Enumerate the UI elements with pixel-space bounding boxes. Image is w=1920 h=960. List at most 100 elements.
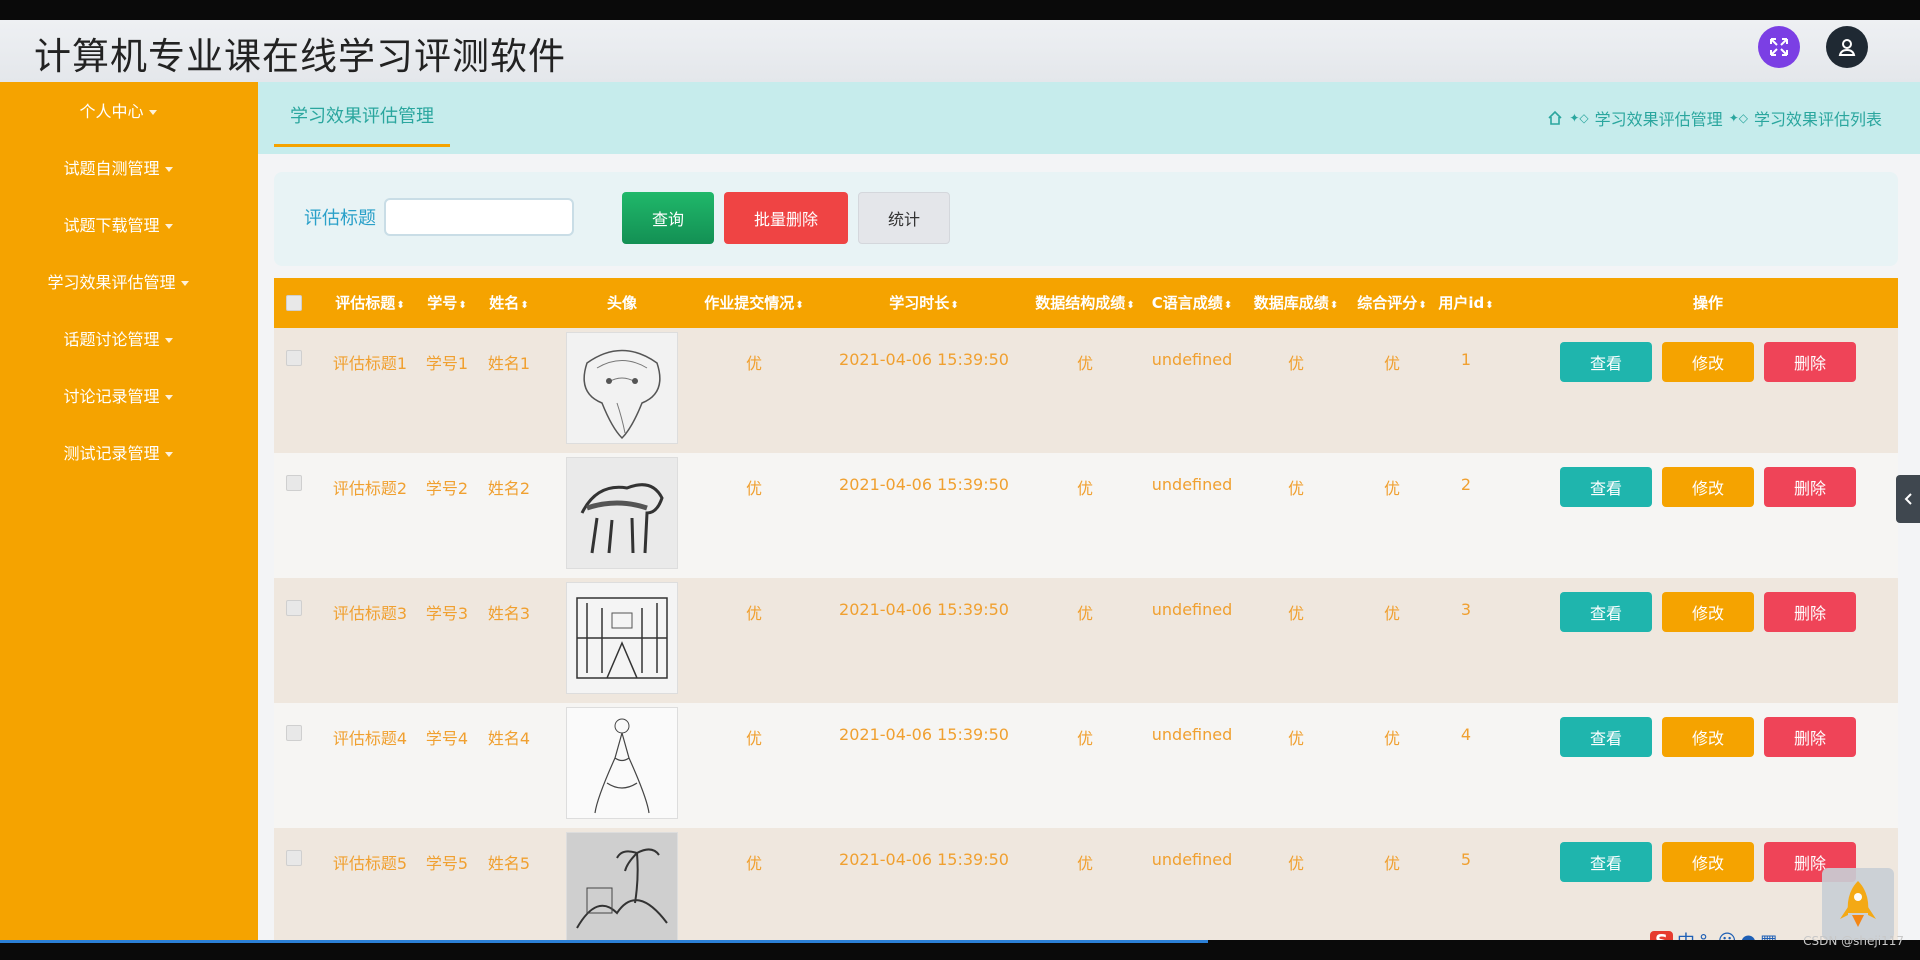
cell-homework: 优	[745, 729, 762, 748]
app-title: 计算机专业课在线学习评测软件	[34, 35, 566, 78]
rocket-icon	[1840, 881, 1876, 927]
edit-button[interactable]: 修改	[1662, 467, 1754, 507]
cell-user-id: 1	[1460, 350, 1472, 369]
view-button[interactable]: 查看	[1560, 592, 1652, 632]
cell-overall: 优	[1383, 354, 1400, 373]
sidebar-item-label: 试题下载管理	[63, 216, 160, 235]
video-progress-bar[interactable]	[0, 940, 1208, 943]
sort-icon: ⬍	[1126, 300, 1135, 311]
tab-evaluation-management[interactable]: 学习效果评估管理	[274, 102, 450, 147]
delete-button[interactable]: 删除	[1764, 592, 1856, 632]
delete-button[interactable]: 删除	[1764, 717, 1856, 757]
cell-user-id: 5	[1460, 850, 1472, 869]
chevron-left-icon	[1904, 493, 1912, 505]
delete-button[interactable]: 删除	[1764, 467, 1856, 507]
edit-button[interactable]: 修改	[1662, 592, 1754, 632]
batch-delete-button[interactable]: 批量删除	[724, 192, 848, 244]
col-db-score[interactable]: 数据库成绩⬍	[1246, 278, 1346, 328]
query-button[interactable]: 查询	[622, 192, 714, 244]
col-title[interactable]: 评估标题⬍	[328, 278, 412, 328]
delete-button[interactable]: 删除	[1764, 342, 1856, 382]
stats-button[interactable]: 统计	[858, 192, 950, 244]
cell-overall: 优	[1383, 729, 1400, 748]
sogou-logo-icon: S	[1650, 930, 1673, 940]
sidebar-item-personal-center[interactable]: 个人中心	[0, 98, 236, 122]
col-student-no[interactable]: 学号⬍	[422, 278, 472, 328]
main-content: 学习效果评估管理 ✦◇ 学习效果评估管理 ✦◇ 学习效果评估列表 评估标题 查询…	[258, 82, 1920, 940]
col-duration[interactable]: 学习时长⬍	[824, 278, 1024, 328]
breadcrumb-bar: 学习效果评估管理 ✦◇ 学习效果评估管理 ✦◇ 学习效果评估列表	[258, 82, 1920, 154]
table-row: 评估标题3 学号3 姓名3 优 2021-04-06 15:39:50 优 un…	[274, 578, 1898, 703]
avatar	[566, 457, 678, 569]
user-icon	[1838, 39, 1856, 56]
cell-db-score: 优	[1287, 479, 1304, 498]
emoji-icon[interactable]: ☺	[1718, 931, 1737, 941]
fullscreen-icon	[1770, 38, 1788, 56]
col-ds-score[interactable]: 数据结构成绩⬍	[1032, 278, 1138, 328]
sidebar-item-label: 讨论记录管理	[63, 387, 160, 406]
keyboard-icon[interactable]: ▦	[1760, 931, 1777, 941]
user-button[interactable]	[1826, 26, 1868, 68]
row-checkbox[interactable]	[286, 600, 302, 616]
cell-c-score: undefined	[1151, 850, 1233, 869]
select-all-checkbox[interactable]	[286, 295, 302, 311]
cell-ds-score: 优	[1076, 854, 1093, 873]
cell-name: 姓名3	[487, 604, 531, 623]
cell-homework: 优	[745, 854, 762, 873]
table-row: 评估标题2 学号2 姓名2 优 2021-04-06 15:39:50 优 un…	[274, 453, 1898, 578]
sidebar-item-evaluation[interactable]: 学习效果评估管理	[0, 269, 236, 293]
separator-icon: ✦◇	[1728, 111, 1748, 125]
microphone-icon[interactable]: ●	[1740, 931, 1756, 941]
col-homework[interactable]: 作业提交情况⬍	[692, 278, 816, 328]
app-window: 计算机专业课在线学习评测软件 个人中心 试题自测管理 试题下载管理 学习效果评估…	[0, 20, 1920, 940]
view-button[interactable]: 查看	[1560, 467, 1652, 507]
col-c-score[interactable]: C语言成绩⬍	[1142, 278, 1242, 328]
caret-down-icon	[164, 167, 173, 172]
avatar	[566, 707, 678, 819]
cell-duration: 2021-04-06 15:39:50	[839, 850, 1009, 869]
view-button[interactable]: 查看	[1560, 342, 1652, 382]
edit-button[interactable]: 修改	[1662, 842, 1754, 882]
sidebar-item-label: 个人中心	[79, 102, 144, 121]
sort-icon: ⬍	[458, 300, 467, 311]
cell-ds-score: 优	[1076, 729, 1093, 748]
col-user-id[interactable]: 用户id⬍	[1434, 278, 1498, 328]
cell-title: 评估标题2	[332, 479, 408, 498]
cell-ds-score: 优	[1076, 354, 1093, 373]
punctuation-icon[interactable]: °,	[1699, 931, 1714, 941]
cell-student-no: 学号1	[425, 354, 469, 373]
collapse-panel-button[interactable]	[1896, 475, 1920, 523]
row-checkbox[interactable]	[286, 350, 302, 366]
row-checkbox[interactable]	[286, 725, 302, 741]
sidebar-item-discussion-records[interactable]: 讨论记录管理	[0, 383, 236, 407]
cell-duration: 2021-04-06 15:39:50	[839, 475, 1009, 494]
cell-student-no: 学号3	[425, 604, 469, 623]
col-overall[interactable]: 综合评分⬍	[1348, 278, 1436, 328]
back-to-top-button[interactable]	[1822, 868, 1894, 940]
search-input[interactable]	[384, 198, 574, 236]
cell-c-score: undefined	[1151, 350, 1233, 369]
edit-button[interactable]: 修改	[1662, 342, 1754, 382]
sidebar-item-download[interactable]: 试题下载管理	[0, 212, 236, 236]
fullscreen-button[interactable]	[1758, 26, 1800, 68]
edit-button[interactable]: 修改	[1662, 717, 1754, 757]
sidebar: 个人中心 试题自测管理 试题下载管理 学习效果评估管理 话题讨论管理 讨论记录管…	[0, 82, 258, 940]
sidebar-item-self-test[interactable]: 试题自测管理	[0, 155, 236, 179]
breadcrumb-item[interactable]: 学习效果评估管理	[1595, 106, 1723, 130]
sort-icon: ⬍	[1418, 300, 1427, 311]
col-name[interactable]: 姓名⬍	[484, 278, 534, 328]
row-checkbox[interactable]	[286, 850, 302, 866]
view-button[interactable]: 查看	[1560, 717, 1652, 757]
sidebar-item-test-records[interactable]: 测试记录管理	[0, 440, 236, 464]
watermark-text: CSDN @sheji117	[1803, 934, 1904, 948]
view-button[interactable]: 查看	[1560, 842, 1652, 882]
row-checkbox[interactable]	[286, 475, 302, 491]
table-row: 评估标题1 学号1 姓名1 优 2021-04-06 15:39:50 优 un…	[274, 328, 1898, 453]
cell-c-score: undefined	[1151, 725, 1233, 744]
sidebar-item-topics[interactable]: 话题讨论管理	[0, 326, 236, 350]
cell-title: 评估标题4	[332, 729, 408, 748]
cell-name: 姓名1	[487, 354, 531, 373]
ime-mode-label[interactable]: 中	[1677, 928, 1695, 940]
breadcrumb-item: 学习效果评估列表	[1753, 110, 1882, 129]
home-icon[interactable]	[1547, 110, 1563, 126]
